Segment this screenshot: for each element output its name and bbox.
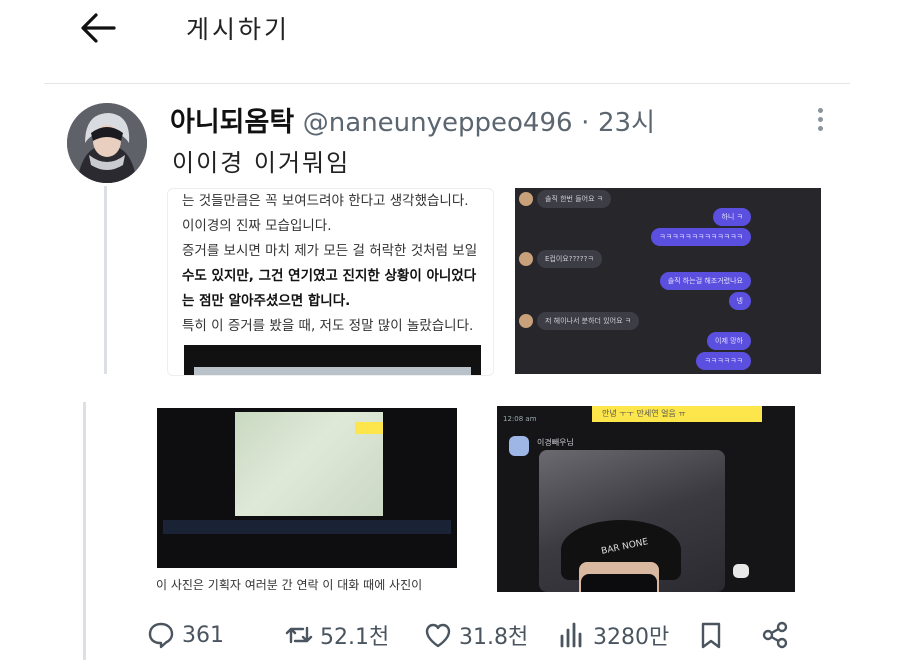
like-count: 31.8천: [459, 625, 529, 650]
author-name[interactable]: 아니되옴탁: [170, 107, 294, 138]
image-text-block: 는 것들만큼은 꼭 보여드려야 한다고 생각했습니다. 이이경의 진짜 모습입니…: [168, 189, 493, 339]
reply-button[interactable]: 361: [146, 615, 224, 655]
chat-bubble-left: 저 헤이나서 분하더 있어요 ㅋ: [518, 312, 640, 330]
reply-count: 361: [182, 622, 224, 648]
message-chip: [733, 564, 749, 578]
media-image-1[interactable]: 는 것들만큼은 꼭 보여드려야 한다고 생각했습니다. 이이경의 진짜 모습입니…: [167, 188, 494, 376]
heart-icon: [425, 623, 451, 648]
chat-bubble-right: ㅋㅋㅋㅋㅋㅋ: [696, 352, 751, 370]
image-caption: 이 사진은 기획자 여러분 간 연락 이 대화 때에 사진이: [156, 578, 423, 592]
image-text-line: 이이경의 진짜 모습입니다.: [182, 218, 332, 234]
sender-name: 이경빼우님: [537, 438, 574, 447]
views-button[interactable]: 3280만: [557, 615, 669, 655]
media-image-4[interactable]: 12:08 am 안녕 ㅜㅜ 만세연 얼음 ㅠ 이경빼우님 BAR NONE: [483, 402, 811, 592]
chat-bubble-left: E컵이요?????ㅋ: [519, 250, 602, 268]
author-handle[interactable]: @naneunyeppeo496: [303, 108, 573, 138]
action-bar: 361 52.1천 31.8천 3280만: [0, 615, 909, 655]
tweet-text: 이이경 이거뭐임: [172, 149, 351, 177]
arrow-left-icon: [81, 13, 116, 43]
laptop-screen: [235, 412, 383, 516]
embedded-screenshot: [184, 345, 481, 375]
media-image-3[interactable]: 이 사진은 기획자 여러분 간 연락 이 대화 때에 사진이: [144, 402, 470, 592]
back-button[interactable]: [76, 8, 120, 48]
chat-screenshot: 솔직 한번 들어요 ㅋ 하니 ㅋ ㅋㅋㅋㅋㅋㅋㅋㅋㅋㅋㅋㅋㅋ E컵이요?????…: [515, 188, 821, 374]
image-text-line: 수도 있지만, 그건 연기였고 진지한 상황이 아니었다: [182, 268, 477, 284]
tweet-time[interactable]: 23시: [598, 108, 655, 138]
chat-screenshot: 12:08 am 안녕 ㅜㅜ 만세연 얼음 ㅠ 이경빼우님 BAR NONE: [497, 406, 795, 592]
header-divider: [44, 83, 850, 84]
chat-banner: 안녕 ㅜㅜ 만세연 얼음 ㅠ: [592, 406, 762, 422]
retweet-button[interactable]: 52.1천: [284, 615, 389, 655]
chat-bubble-right: 넹: [728, 292, 751, 310]
retweet-icon: [285, 626, 313, 644]
like-button[interactable]: 31.8천: [423, 615, 528, 655]
sender-avatar: [509, 436, 529, 456]
mask: [581, 574, 657, 592]
retweet-count: 52.1천: [320, 625, 390, 650]
more-options-icon[interactable]: [810, 104, 830, 134]
share-icon: [762, 621, 788, 649]
separator-dot: ·: [581, 108, 590, 138]
view-count: 3280만: [593, 625, 670, 650]
share-button[interactable]: [760, 615, 796, 655]
page-title: 게시하기: [186, 15, 291, 44]
chat-bubble-right: 이제 망하: [707, 332, 751, 350]
chat-bubble-right: 솔직 하는걸 해조거렸나요: [659, 272, 751, 290]
bar-chart-icon: [560, 622, 582, 648]
taskbar: [163, 520, 451, 534]
thread-line: [104, 186, 107, 374]
chat-box: [355, 422, 383, 434]
media-image-2[interactable]: 솔직 한번 들어요 ㅋ 하니 ㅋ ㅋㅋㅋㅋㅋㅋㅋㅋㅋㅋㅋㅋㅋ E컵이요?????…: [505, 188, 833, 374]
image-text-line: 는 점만 알아주셨으면 합니다.: [182, 293, 351, 309]
comment-icon: [148, 622, 174, 649]
chat-bubble-left: 솔직 한번 들어요 ㅋ: [518, 190, 612, 208]
bookmark-button[interactable]: [696, 615, 732, 655]
chat-bubble-right: ㅋㅋㅋㅋㅋㅋㅋㅋㅋㅋㅋㅋㅋ: [651, 228, 751, 246]
selfie-photo: BAR NONE: [539, 450, 725, 592]
chat-time: 12:08 am: [503, 415, 537, 423]
bookmark-icon: [701, 622, 721, 649]
image-text-line: 증거를 보시면 마치 제가 모든 걸 허락한 것처럼 보일: [182, 243, 478, 259]
image-text-line: 특히 이 증거를 봤을 때, 저도 정말 많이 놀랐습니다.: [182, 318, 474, 334]
avatar[interactable]: [67, 103, 147, 183]
cap-text: BAR NONE: [600, 537, 650, 557]
laptop-photo: [157, 408, 457, 568]
tweet-author-line: 아니되옴탁 @naneunyeppeo496 · 23시: [170, 100, 655, 139]
chat-bubble-right: 하니 ㅋ: [713, 208, 751, 226]
image-text-line: 는 것들만큼은 꼭 보여드려야 한다고 생각했습니다.: [182, 193, 469, 209]
